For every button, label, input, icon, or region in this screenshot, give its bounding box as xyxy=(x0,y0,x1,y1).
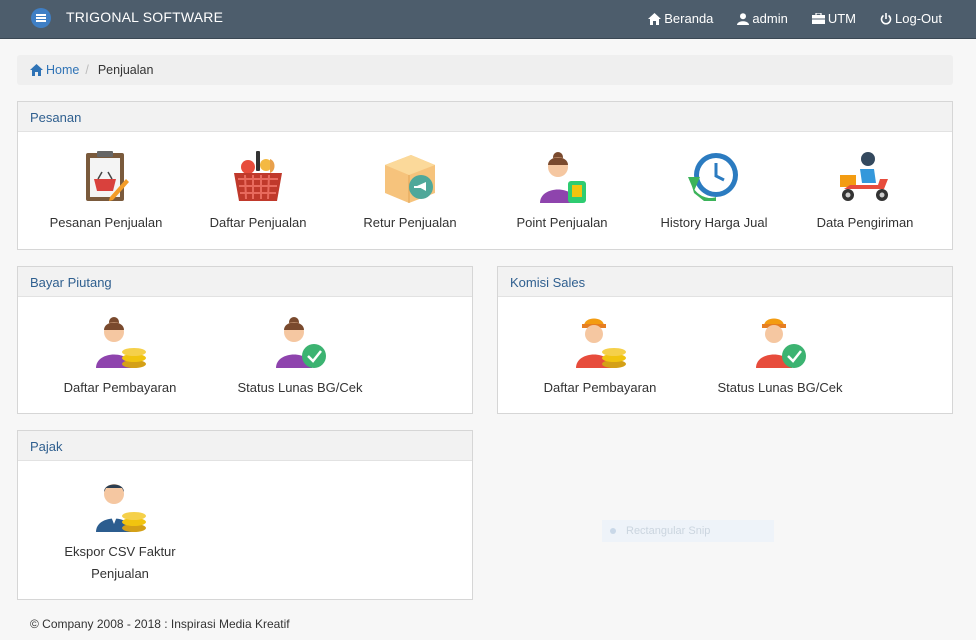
menu-status-lunas-piutang[interactable]: Status Lunas BG/Cek xyxy=(237,311,363,399)
nav-utm-label: UTM xyxy=(827,11,857,26)
user-icon xyxy=(737,12,750,25)
history-clock-icon xyxy=(683,146,745,208)
nav-admin[interactable]: admin xyxy=(737,11,788,26)
nav-beranda[interactable]: Beranda xyxy=(648,11,713,26)
panel-pesanan: Pesanan Pesanan Penjualan Daftar Penjual… xyxy=(17,101,953,250)
panel-title: Komisi Sales xyxy=(498,267,952,297)
woman-coins-icon xyxy=(89,311,151,373)
delivery-scooter-icon xyxy=(834,146,896,208)
menu-pesanan-penjualan[interactable]: Pesanan Penjualan xyxy=(50,146,162,234)
panel-bayar-piutang: Bayar Piutang Daftar Pembayaran Status L… xyxy=(17,266,473,414)
breadcrumb: Home / Penjualan xyxy=(17,55,953,85)
breadcrumb-home[interactable]: Home xyxy=(30,63,79,77)
panel-items: Daftar Pembayaran Status Lunas BG/Cek xyxy=(18,297,472,413)
panel-title: Bayar Piutang xyxy=(18,267,472,297)
menu-label: Daftar Penjualan xyxy=(209,215,307,230)
menu-label: History Harga Jual xyxy=(660,215,768,230)
breadcrumb-home-label: Home xyxy=(46,63,80,77)
panel-items: Pesanan Penjualan Daftar Penjualan Retur… xyxy=(18,132,952,249)
snip-dot-icon xyxy=(610,528,616,534)
hamburger-icon xyxy=(36,17,46,19)
rectangular-snip-overlay: Rectangular Snip xyxy=(602,520,774,542)
panel-komisi-sales: Komisi Sales Daftar Pembayaran Status Lu… xyxy=(497,266,953,414)
panel-items: Daftar Pembayaran Status Lunas BG/Cek xyxy=(498,297,952,413)
breadcrumb-current: Penjualan xyxy=(97,63,154,77)
menu-daftar-penjualan[interactable]: Daftar Penjualan xyxy=(208,146,308,234)
top-nav: Beranda admin UTM Log-Out xyxy=(648,11,942,26)
sales-check-icon xyxy=(749,311,811,373)
menu-label: Pesanan Penjualan xyxy=(49,215,163,230)
menu-toggle-button[interactable] xyxy=(31,8,51,28)
menu-daftar-pembayaran-piutang[interactable]: Daftar Pembayaran xyxy=(63,311,177,399)
man-coins-icon xyxy=(89,475,151,537)
sales-coins-icon xyxy=(569,311,631,373)
power-icon xyxy=(880,12,892,24)
menu-label: Status Lunas BG/Cek xyxy=(237,380,363,395)
top-navbar: TRIGONAL SOFTWARE Beranda admin UTM Log-… xyxy=(0,0,976,39)
clipboard-basket-icon xyxy=(75,146,137,208)
nav-admin-label: admin xyxy=(752,11,788,26)
menu-data-pengiriman[interactable]: Data Pengiriman xyxy=(815,146,915,234)
menu-label: Daftar Pembayaran xyxy=(543,380,657,395)
woman-points-icon xyxy=(531,146,593,208)
panel-title: Pesanan xyxy=(18,102,952,132)
menu-daftar-pembayaran-komisi[interactable]: Daftar Pembayaran xyxy=(543,311,657,399)
menu-label: Data Pengiriman xyxy=(816,215,914,230)
menu-history-harga-jual[interactable]: History Harga Jual xyxy=(660,146,768,234)
menu-label: Daftar Pembayaran xyxy=(63,380,177,395)
home-icon xyxy=(648,12,662,25)
briefcase-icon xyxy=(811,13,825,24)
app-brand[interactable]: TRIGONAL SOFTWARE xyxy=(66,9,223,25)
menu-point-penjualan[interactable]: Point Penjualan xyxy=(514,146,610,234)
return-box-icon xyxy=(379,146,441,208)
menu-label: Ekspor CSV Faktur Penjualan xyxy=(64,541,175,585)
menu-label: Retur Penjualan xyxy=(363,215,457,230)
woman-check-icon xyxy=(269,311,331,373)
home-icon xyxy=(30,64,43,76)
nav-logout-label: Log-Out xyxy=(895,11,942,26)
panel-title: Pajak xyxy=(18,431,472,461)
snip-label: Rectangular Snip xyxy=(626,525,711,537)
menu-label: Status Lunas BG/Cek xyxy=(717,380,843,395)
menu-retur-penjualan[interactable]: Retur Penjualan xyxy=(362,146,458,234)
shopping-basket-icon xyxy=(227,146,289,208)
menu-label: Point Penjualan xyxy=(516,215,608,230)
nav-beranda-label: Beranda xyxy=(664,11,714,26)
menu-status-lunas-komisi[interactable]: Status Lunas BG/Cek xyxy=(717,311,843,399)
breadcrumb-separator: / xyxy=(85,63,89,77)
nav-utm[interactable]: UTM xyxy=(811,11,857,26)
nav-logout[interactable]: Log-Out xyxy=(880,11,942,26)
footer: © Company 2008 - 2018 : Inspirasi Media … xyxy=(30,617,290,631)
panel-items: Ekspor CSV Faktur Penjualan xyxy=(18,461,472,599)
panel-pajak: Pajak Ekspor CSV Faktur Penjualan xyxy=(17,430,473,600)
menu-label-line2: Penjualan xyxy=(91,566,149,581)
menu-ekspor-csv-faktur[interactable]: Ekspor CSV Faktur Penjualan xyxy=(60,475,180,585)
menu-label-line1: Ekspor CSV Faktur xyxy=(64,544,176,559)
